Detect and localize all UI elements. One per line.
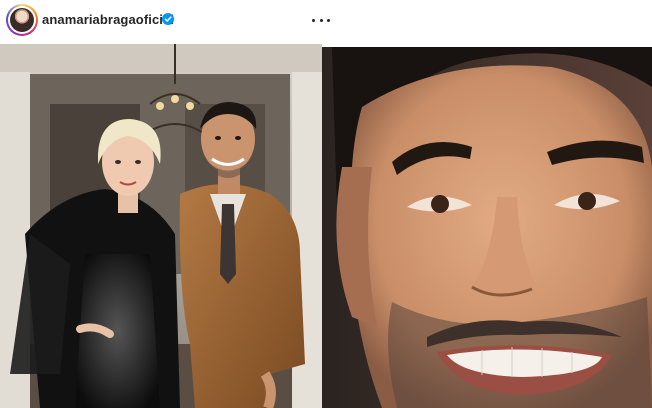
more-dot	[319, 18, 323, 22]
avatar-inner	[8, 6, 36, 34]
more-dot	[327, 18, 330, 22]
post-header: anamariabragaoficial	[0, 0, 652, 44]
profile-avatar[interactable]	[6, 4, 38, 36]
verified-badge-icon	[162, 13, 174, 25]
face-closeup-illustration	[322, 47, 652, 408]
more-dot	[312, 18, 315, 22]
face-closeup-photo[interactable]	[322, 47, 652, 408]
couple-photo-illustration	[0, 44, 322, 408]
couple-photo[interactable]	[0, 44, 322, 408]
instagram-post: anamariabragaoficial	[0, 0, 652, 408]
username-link[interactable]: anamariabragaoficial	[42, 12, 174, 27]
avatar-image	[10, 8, 34, 32]
more-options-icon[interactable]	[312, 14, 330, 26]
